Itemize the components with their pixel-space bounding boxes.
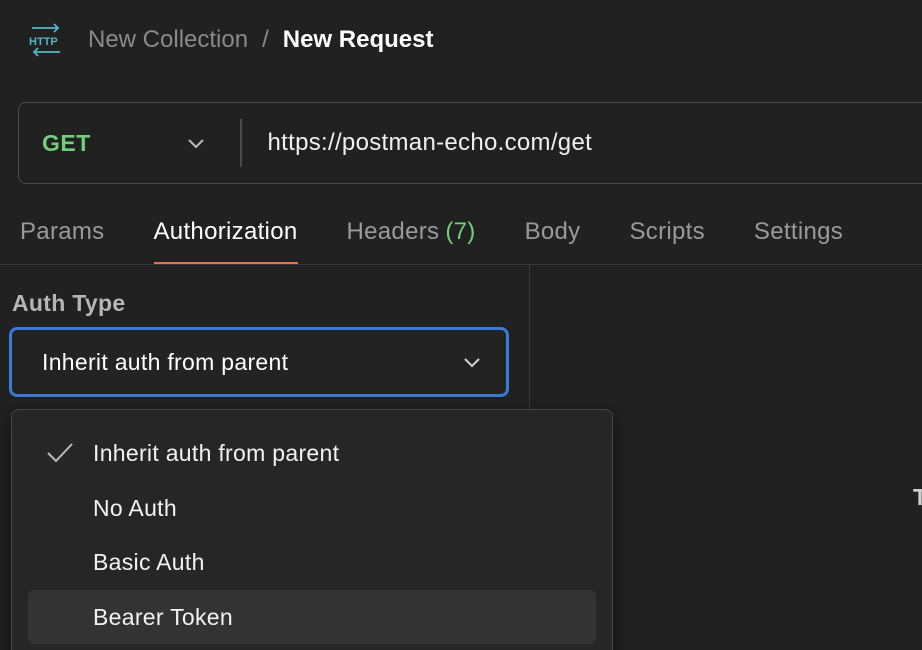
tab-label: Scripts <box>629 218 705 245</box>
tab-label: Params <box>20 218 105 245</box>
auth-type-label: Auth Type <box>12 290 126 316</box>
breadcrumb-request-title[interactable]: New Request <box>283 26 434 54</box>
tab-params[interactable]: Params <box>20 212 105 264</box>
auth-option-label: Bearer Token <box>93 603 233 630</box>
chevron-down-icon <box>464 358 480 368</box>
auth-type-select[interactable]: Inherit auth from parent <box>9 327 509 397</box>
breadcrumb-separator: / <box>262 26 269 53</box>
auth-type-dropdown: Inherit auth from parent No Auth Basic A… <box>11 409 613 650</box>
method-divider <box>240 119 242 167</box>
auth-option-no-auth[interactable]: No Auth <box>28 481 596 535</box>
method-select[interactable]: GET <box>19 103 240 183</box>
auth-option-label: Basic Auth <box>93 548 205 575</box>
tab-label: Headers <box>346 218 440 245</box>
tab-authorization[interactable]: Authorization <box>153 212 298 264</box>
checkmark-icon <box>47 443 73 463</box>
tab-label: Settings <box>753 218 844 245</box>
tab-label: Authorization <box>153 218 298 245</box>
chevron-down-icon <box>188 139 204 149</box>
request-tabs: Params Authorization Headers (7) Body Scr… <box>20 212 892 264</box>
auth-option-inherit[interactable]: Inherit auth from parent <box>28 426 596 480</box>
tab-settings[interactable]: Settings <box>754 212 843 264</box>
tab-label: Body <box>524 218 581 245</box>
url-bar: GET https://postman-echo.com/get <box>18 102 922 184</box>
auth-option-label: No Auth <box>93 494 177 521</box>
svg-text:HTTP: HTTP <box>29 36 58 48</box>
url-input[interactable]: https://postman-echo.com/get <box>268 129 593 157</box>
tab-body[interactable]: Body <box>525 212 581 264</box>
tab-headers[interactable]: Headers (7) <box>347 212 476 264</box>
headers-count-badge: (7) <box>445 218 476 245</box>
method-label: GET <box>42 129 91 156</box>
right-panel-text-fragment: T <box>913 484 922 510</box>
breadcrumb: HTTP New Collection / New Request <box>28 20 433 60</box>
tabs-divider <box>0 264 922 265</box>
http-icon: HTTP <box>29 23 60 57</box>
auth-option-bearer-token[interactable]: Bearer Token <box>28 590 596 644</box>
auth-option-label: Inherit auth from parent <box>93 439 340 466</box>
request-editor: HTTP New Collection / New Request GET ht… <box>0 0 922 650</box>
tab-scripts[interactable]: Scripts <box>629 212 704 264</box>
breadcrumb-collection[interactable]: New Collection <box>88 26 248 54</box>
auth-option-basic-auth[interactable]: Basic Auth <box>28 535 596 589</box>
auth-type-value: Inherit auth from parent <box>42 348 289 375</box>
